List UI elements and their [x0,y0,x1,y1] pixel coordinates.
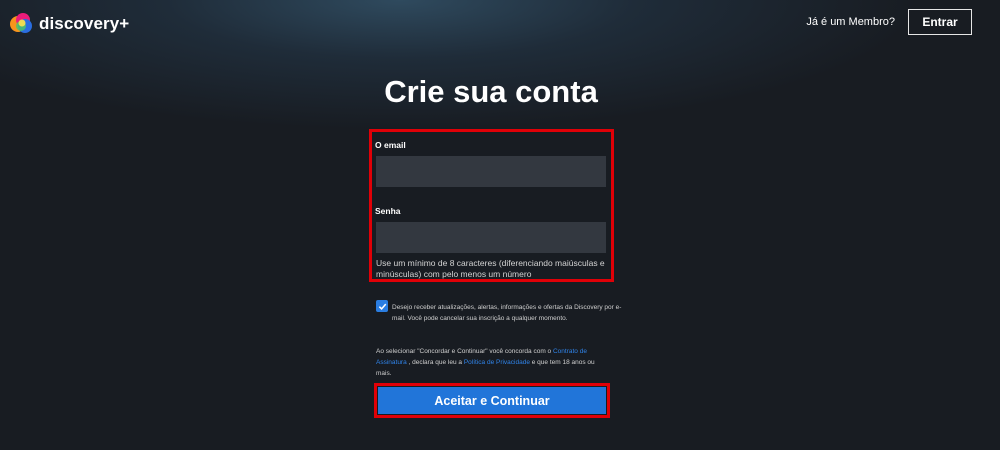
legal-notice: Ao selecionar "Concordar e Continuar" vo… [376,346,606,379]
marketing-opt-in-text: Desejo receber atualizações, alertas, in… [392,304,622,322]
brand-logo[interactable]: discovery+ [8,11,129,36]
password-field[interactable] [376,222,606,253]
legal-text-2: , declara que leu a [406,359,464,366]
checkmark-icon [378,303,386,310]
accept-continue-button[interactable]: Aceitar e Continuar [378,387,606,414]
brand-name: discovery+ [39,13,130,33]
page-title: Crie sua conta [384,74,598,109]
discovery-logo-icon [10,13,32,33]
legal-text-1: Ao selecionar "Concordar e Continuar" vo… [376,348,553,355]
password-label: Senha [375,206,401,216]
email-field[interactable] [376,156,606,187]
privacy-policy-link[interactable]: Política de Privacidade [464,359,530,366]
marketing-opt-in-checkbox[interactable] [376,300,388,312]
password-hint: Use um mínimo de 8 caracteres (diferenci… [376,258,605,279]
signin-button[interactable]: Entrar [908,9,972,35]
email-label: O email [375,140,406,150]
member-prompt: Já é um Membro? [806,16,895,28]
